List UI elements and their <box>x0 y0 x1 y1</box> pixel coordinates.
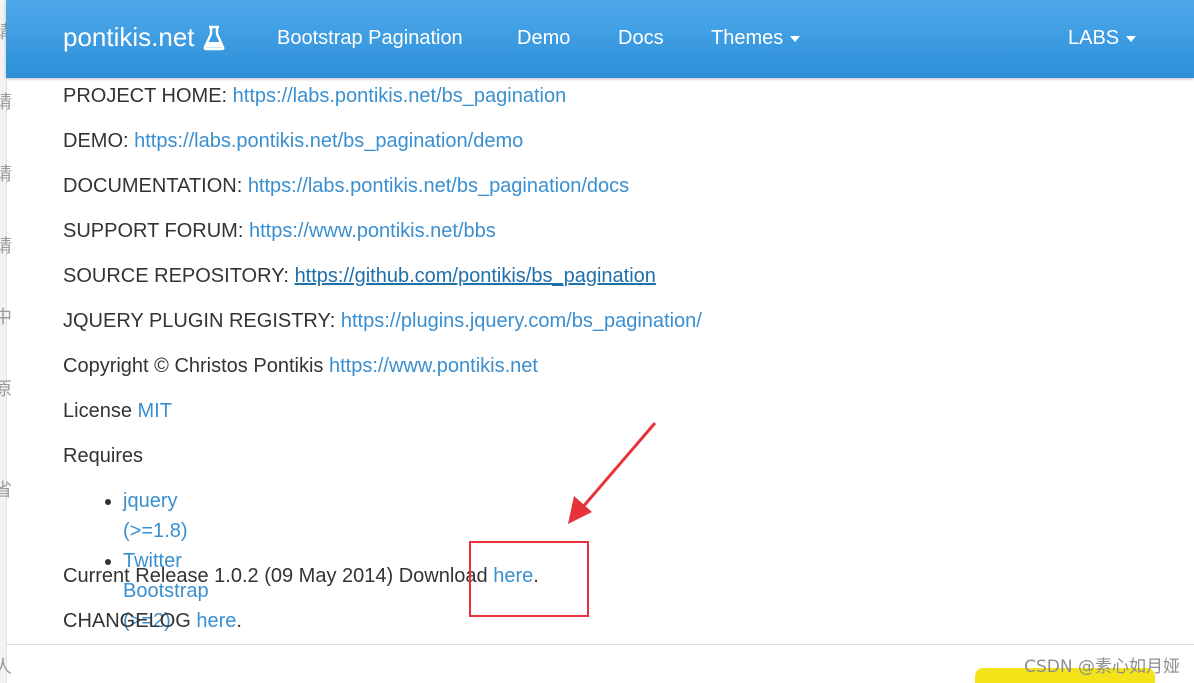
footer-divider <box>6 644 1194 645</box>
browser-page: 请 请 请 请 中 原 省 人 pontikis.net Bootstrap P… <box>0 0 1194 683</box>
annotation-arrow-icon <box>568 422 657 524</box>
annotation-highlight-box <box>469 541 589 617</box>
watermark: CSDN @素心如月娅 <box>1024 657 1180 677</box>
